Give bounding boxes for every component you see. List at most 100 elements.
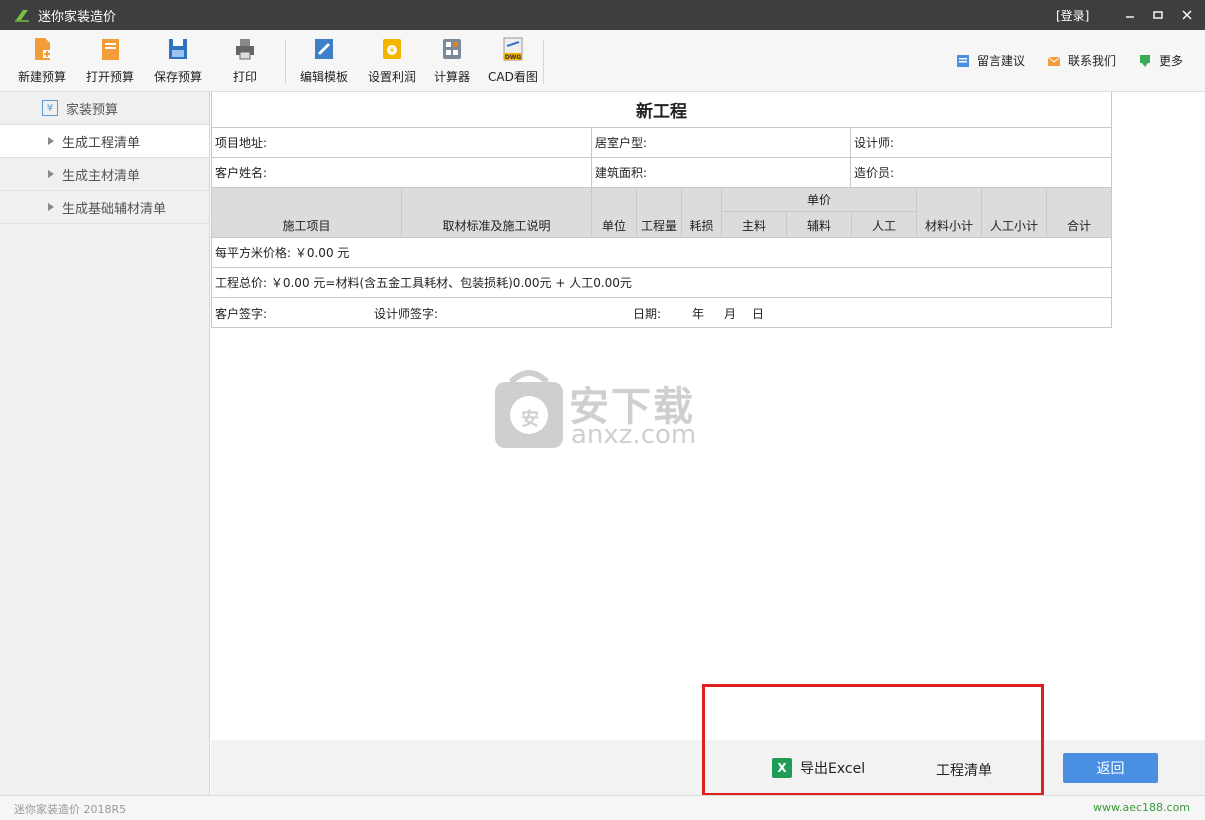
close-icon [1182, 10, 1192, 20]
sidebar-header-label: 家装预算 [66, 102, 119, 118]
more-link[interactable]: 更多 [1138, 52, 1183, 69]
table-header: 施工项目 取材标准及施工说明 单位 工程量 耗损 单价 主料 辅料 人工 材料小… [212, 188, 1111, 238]
minimize-button[interactable] [1120, 5, 1140, 25]
watermark: 安 安下载 anxz.com [493, 368, 713, 455]
print-button[interactable]: 打印 [233, 36, 257, 88]
contact-link[interactable]: 联系我们 [1047, 52, 1116, 69]
contact-label: 联系我们 [1068, 54, 1117, 68]
estimator-field[interactable]: 造价员: [851, 158, 1111, 187]
new-budget-label: 新建预算 [18, 70, 67, 84]
watermark-badge: 安 [521, 409, 539, 430]
calculator-icon [443, 39, 461, 59]
minimize-icon [1126, 16, 1134, 18]
maximize-icon [1153, 11, 1163, 19]
dwg-icon: DWG [503, 37, 523, 61]
total-price-text: 工程总价: ￥0.00 元=材料(含五金工具耗材、包装损耗)0.00元 + 人工… [215, 276, 632, 290]
sidebar-item-label: 生成工程清单 [62, 135, 141, 151]
sheet-title: 新工程 [636, 102, 687, 122]
edit-template-button[interactable]: 编辑模板 [300, 36, 348, 88]
customer-signature-label: 客户签字: [215, 306, 268, 321]
profit-icon: ¥ [383, 39, 401, 59]
column-header: 工程量 [637, 188, 682, 238]
close-button[interactable] [1177, 5, 1197, 25]
open-budget-button[interactable]: 打开预算 [86, 36, 134, 88]
column-header: 施工项目 [212, 188, 402, 238]
column-header: 取材标准及施工说明 [402, 188, 592, 238]
window-title: 迷你家装造价 [38, 9, 117, 25]
version-text: 迷你家装造价 2018R5 [14, 803, 127, 816]
cad-viewer-label: CAD看图 [488, 70, 538, 84]
calculator-button[interactable]: 计算器 [434, 36, 470, 88]
more-label: 更多 [1159, 54, 1184, 68]
login-link[interactable]: [登录] [1056, 7, 1089, 24]
print-icon [236, 39, 254, 60]
price-per-sqm-text: 每平方米价格: ￥0.00 元 [215, 246, 350, 260]
title-bar: 迷你家装造价 [登录] [0, 0, 1205, 30]
new-file-icon [35, 38, 51, 60]
new-budget-button[interactable]: 新建预算 [18, 36, 66, 88]
info-row-1: 项目地址: 居室户型: 设计师: [212, 128, 1111, 158]
column-header: 材料小计 [917, 188, 982, 238]
toolbar-divider [543, 40, 544, 84]
column-header: 耗损 [682, 188, 722, 238]
column-header: 合计 [1066, 218, 1091, 233]
expand-arrow-icon [48, 137, 54, 145]
column-header: 人工小计 [982, 188, 1047, 238]
feedback-label: 留言建议 [977, 54, 1026, 68]
open-budget-label: 打开预算 [86, 70, 135, 84]
back-button[interactable]: 返回 [1063, 753, 1158, 783]
budget-sheet: 新工程 项目地址: 居室户型: 设计师: 客户姓名: 建筑面积: 造价员: 施工… [211, 92, 1112, 328]
save-budget-button[interactable]: 保存预算 [154, 36, 202, 88]
edit-template-label: 编辑模板 [300, 70, 349, 84]
open-file-icon [102, 39, 119, 60]
designer-signature-label: 设计师签字: [374, 306, 439, 321]
address-field[interactable]: 项目地址: [212, 128, 592, 157]
status-bar: 迷你家装造价 2018R5 www.aec188.com [0, 795, 1205, 820]
area-field[interactable]: 建筑面积: [592, 158, 851, 187]
svg-text:¥: ¥ [389, 46, 394, 55]
print-label: 打印 [233, 70, 258, 84]
expand-arrow-icon [48, 170, 54, 178]
website-link[interactable]: www.aec188.com [1093, 801, 1190, 814]
message-icon [957, 54, 969, 67]
sheet-title-row: 新工程 [212, 92, 1111, 128]
column-header: 主料 [722, 212, 787, 238]
save-budget-label: 保存预算 [154, 70, 203, 84]
unit-price-group-header: 单价 [722, 188, 917, 212]
total-price-row: 工程总价: ￥0.00 元=材料(含五金工具耗材、包装损耗)0.00元 + 人工… [212, 268, 1111, 298]
sidebar-header[interactable]: ¥ 家装预算 [0, 92, 209, 125]
budget-icon: ¥ [42, 100, 58, 116]
date-label: 日期: [633, 306, 662, 321]
expand-arrow-icon [48, 203, 54, 211]
year-label: 年 [692, 306, 705, 321]
set-profit-label: 设置利润 [368, 70, 417, 84]
feedback-link[interactable]: 留言建议 [956, 52, 1025, 69]
sidebar-item-label: 生成主材清单 [62, 168, 141, 184]
svg-text:DWG: DWG [505, 54, 522, 61]
customer-field[interactable]: 客户姓名: [212, 158, 592, 187]
calculator-label: 计算器 [434, 70, 471, 84]
sidebar-item-project-list[interactable]: 生成工程清单 [0, 125, 209, 158]
highlight-box [702, 684, 1044, 796]
cad-viewer-button[interactable]: DWG CAD看图 [488, 36, 538, 88]
column-header: 辅料 [787, 212, 852, 238]
more-icon [1140, 54, 1150, 67]
app-logo-icon [15, 10, 29, 22]
sidebar: ¥ 家装预算 生成工程清单 生成主材清单 生成基础辅材清单 [0, 92, 210, 795]
mail-icon [1047, 56, 1061, 66]
price-per-sqm-row: 每平方米价格: ￥0.00 元 [212, 238, 1111, 268]
set-profit-button[interactable]: ¥ 设置利润 [368, 36, 416, 88]
info-row-2: 客户姓名: 建筑面积: 造价员: [212, 158, 1111, 188]
signature-row: 客户签字: 设计师签字: 日期: 年 月 日 [212, 298, 1111, 328]
room-type-field[interactable]: 居室户型: [592, 128, 851, 157]
sidebar-item-auxiliary-materials[interactable]: 生成基础辅材清单 [0, 191, 209, 224]
day-label: 日 [752, 306, 765, 321]
sidebar-item-main-materials[interactable]: 生成主材清单 [0, 158, 209, 191]
edit-template-icon [315, 39, 333, 59]
maximize-button[interactable] [1148, 5, 1168, 25]
sidebar-item-label: 生成基础辅材清单 [62, 201, 167, 217]
month-label: 月 [724, 306, 737, 321]
designer-field[interactable]: 设计师: [851, 128, 1111, 157]
toolbar-divider [285, 40, 286, 84]
save-icon [169, 39, 187, 59]
